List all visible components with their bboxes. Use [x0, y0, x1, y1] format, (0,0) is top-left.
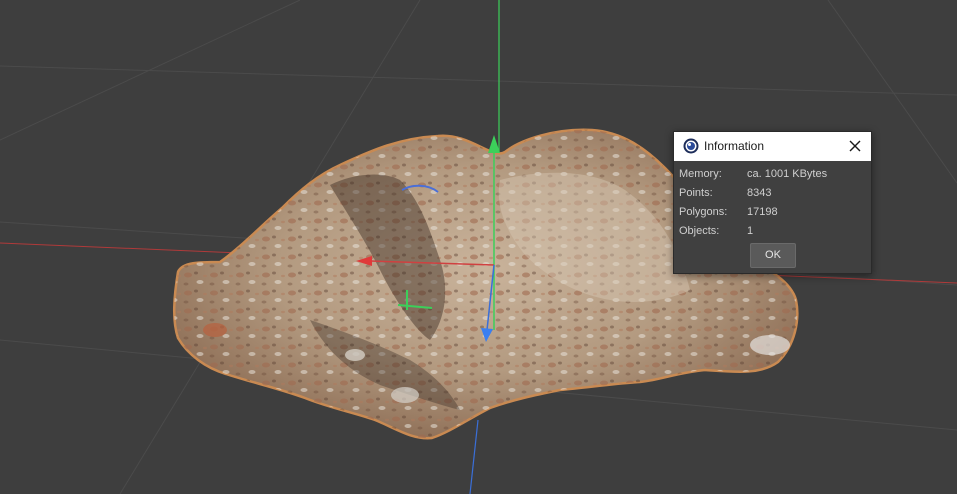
info-label-objects: Objects: — [679, 225, 720, 237]
dialog-titlebar[interactable]: Information — [674, 132, 871, 161]
ok-button[interactable]: OK — [750, 243, 796, 268]
info-value-objects: 1 — [747, 225, 754, 237]
info-row-memory: Memory: ca. 1001 KBytes — [679, 166, 869, 182]
info-row-points: Points: 8343 — [679, 185, 869, 201]
info-value-points: 8343 — [747, 187, 772, 199]
info-value-polygons: 17198 — [747, 206, 778, 218]
info-label-memory: Memory: — [679, 168, 722, 180]
info-value-memory: ca. 1001 KBytes — [747, 168, 828, 180]
3d-viewport[interactable]: Information Memory: ca. 1001 KBytes Poin… — [0, 0, 957, 494]
world-z-axis — [469, 419, 479, 494]
dialog-title: Information — [704, 139, 765, 153]
info-row-objects: Objects: 1 — [679, 223, 869, 239]
info-row-polygons: Polygons: 17198 — [679, 204, 869, 220]
cinema4d-app-icon — [683, 138, 699, 154]
information-dialog: Information Memory: ca. 1001 KBytes Poin… — [673, 131, 872, 274]
gizmo-y-arrow-icon[interactable] — [488, 135, 500, 153]
close-icon[interactable] — [845, 136, 865, 156]
info-label-points: Points: — [679, 187, 713, 199]
info-label-polygons: Polygons: — [679, 206, 728, 218]
